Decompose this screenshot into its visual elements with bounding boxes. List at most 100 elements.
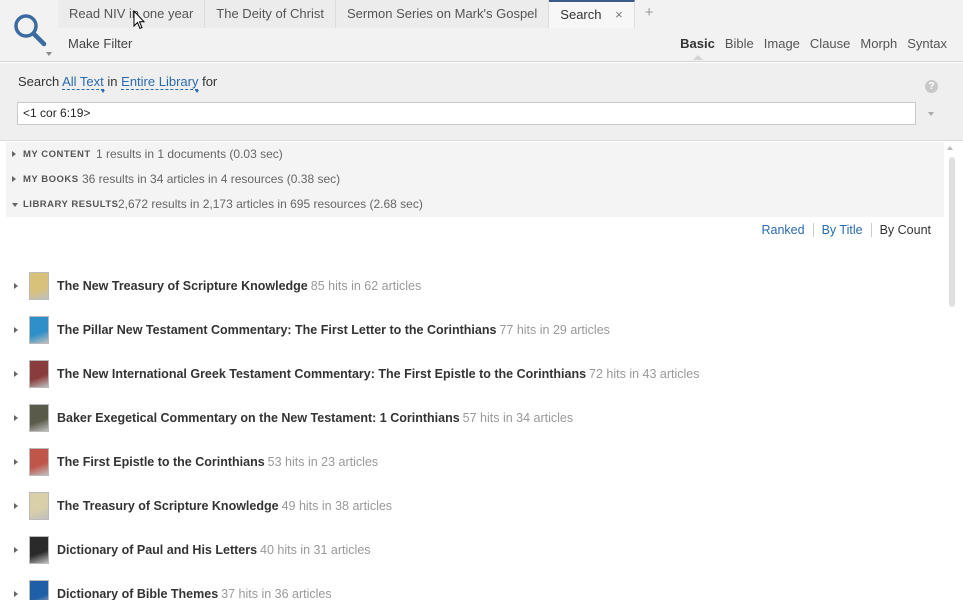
book-cover-image	[29, 580, 49, 600]
caret-icon	[100, 90, 105, 93]
book-title-text: Dictionary of Paul and His Letters	[57, 543, 258, 557]
history-dropdown-icon[interactable]	[928, 112, 934, 116]
result-item[interactable]: Baker Exegetical Commentary on the New T…	[0, 404, 940, 434]
close-icon[interactable]: ×	[615, 7, 623, 22]
section-stats: 2,672 results in 2,173 articles in 695 r…	[118, 197, 423, 211]
sort-by-count[interactable]: By Count	[870, 223, 939, 237]
library-label: Entire Library	[121, 74, 199, 89]
section-my-books[interactable]: MY BOOKS 36 results in 34 articles in 4 …	[6, 167, 944, 192]
section-stats: 36 results in 34 articles in 4 resources…	[82, 172, 341, 186]
tab-label: Search	[560, 7, 602, 22]
search-kind-selector: Basic Bible Image Clause Morph Syntax	[680, 36, 947, 60]
search-input[interactable]: <1 cor 6:19>	[17, 102, 916, 125]
search-kind-syntax[interactable]: Syntax	[907, 36, 947, 51]
expand-arrow-icon	[12, 151, 16, 157]
book-title: The Pillar New Testament Commentary: The…	[57, 323, 610, 337]
book-title: Dictionary of Bible Themes 37 hits in 36 …	[57, 587, 332, 600]
search-kind-morph[interactable]: Morph	[860, 36, 897, 51]
book-title-text: The First Epistle to the Corinthians	[57, 455, 265, 469]
query-prefix-label: Search	[18, 74, 60, 89]
query-description: Search All Text in Entire Library for	[18, 74, 217, 93]
result-item[interactable]: The First Epistle to the Corinthians 53 h…	[0, 448, 940, 478]
expand-arrow-icon[interactable]	[14, 459, 18, 465]
result-item[interactable]: Dictionary of Paul and His Letters 40 hit…	[0, 536, 940, 566]
book-title: Dictionary of Paul and His Letters 40 hit…	[57, 543, 371, 557]
book-cover-image	[29, 404, 49, 432]
query-in-label: in	[107, 74, 118, 89]
expand-arrow-icon[interactable]	[14, 591, 18, 597]
section-my-content[interactable]: MY CONTENT 1 results in 1 documents (0.0…	[6, 142, 944, 167]
search-kind-bible[interactable]: Bible	[725, 36, 754, 51]
tab-label: Read NIV in one year	[69, 6, 194, 21]
book-title: The New Treasury of Scripture Knowledge 8…	[57, 279, 421, 293]
book-cover-image	[29, 272, 49, 300]
sort-by-title[interactable]: By Title	[812, 223, 871, 237]
tab-search[interactable]: Search ×	[549, 0, 635, 28]
section-label: MY BOOKS	[23, 174, 79, 185]
result-item[interactable]: The New International Greek Testament Co…	[0, 360, 940, 390]
expand-arrow-icon[interactable]	[14, 327, 18, 333]
hit-count: 40 hits in 31 articles	[260, 543, 371, 557]
make-filter-button[interactable]: Make Filter	[68, 36, 132, 51]
result-item[interactable]: The Treasury of Scripture Knowledge 49 hi…	[0, 492, 940, 522]
section-label: LIBRARY RESULTS	[23, 199, 119, 210]
book-title-text: The Pillar New Testament Commentary: The…	[57, 323, 497, 337]
sort-ranked[interactable]: Ranked	[753, 223, 812, 237]
mouse-cursor-icon	[133, 10, 145, 30]
scope-label: All Text	[62, 74, 104, 89]
hit-count: 72 hits in 43 articles	[589, 367, 700, 381]
section-stats: 1 results in 1 documents (0.03 sec)	[96, 147, 283, 161]
expand-arrow-icon[interactable]	[14, 503, 18, 509]
top-bar: Read NIV in one year The Deity of Christ…	[0, 0, 963, 62]
result-item[interactable]: Dictionary of Bible Themes 37 hits in 36 …	[0, 580, 940, 600]
book-cover-image	[29, 492, 49, 520]
book-title-text: The New Treasury of Scripture Knowledge	[57, 279, 308, 293]
scrollbar-thumb[interactable]	[949, 157, 955, 307]
scroll-up-arrow-icon[interactable]	[947, 146, 953, 150]
dropdown-caret-icon	[46, 52, 52, 56]
search-kind-clause[interactable]: Clause	[810, 36, 850, 51]
library-selector[interactable]: Entire Library	[121, 74, 200, 93]
search-panel-button[interactable]	[0, 0, 58, 62]
book-title: Baker Exegetical Commentary on the New T…	[57, 411, 573, 425]
query-area: Search All Text in Entire Library for ? …	[0, 63, 963, 141]
hit-count: 49 hits in 38 articles	[281, 499, 393, 513]
book-title-text: Baker Exegetical Commentary on the New T…	[57, 411, 460, 425]
hit-count: 77 hits in 29 articles	[499, 323, 610, 337]
hit-count: 57 hits in 34 articles	[462, 411, 574, 425]
tab-read-niv[interactable]: Read NIV in one year	[58, 0, 206, 28]
sort-options: Ranked By Title By Count	[753, 223, 939, 237]
book-cover-image	[29, 316, 49, 344]
scope-selector[interactable]: All Text	[62, 74, 105, 93]
expand-arrow-icon[interactable]	[14, 415, 18, 421]
search-kind-basic[interactable]: Basic	[680, 36, 715, 60]
result-item[interactable]: The Pillar New Testament Commentary: The…	[0, 316, 940, 346]
section-label: MY CONTENT	[23, 149, 91, 160]
result-item[interactable]: The New Treasury of Scripture Knowledge 8…	[0, 272, 940, 302]
book-title-text: The New International Greek Testament Co…	[57, 367, 587, 381]
book-title-text: The Treasury of Scripture Knowledge	[57, 499, 279, 513]
hit-count: 53 hits in 23 articles	[267, 455, 379, 469]
hit-count: 85 hits in 62 articles	[310, 279, 422, 293]
expand-arrow-icon	[12, 176, 16, 182]
expand-arrow-icon[interactable]	[14, 371, 18, 377]
book-cover-image	[29, 448, 49, 476]
search-kind-image[interactable]: Image	[764, 36, 800, 51]
add-tab-button[interactable]: +	[635, 0, 664, 28]
section-library-results[interactable]: LIBRARY RESULTS 2,672 results in 2,173 a…	[6, 192, 944, 217]
tab-strip: Read NIV in one year The Deity of Christ…	[58, 0, 663, 28]
magnifier-icon	[14, 14, 47, 47]
expand-arrow-icon[interactable]	[14, 547, 18, 553]
book-title: The New International Greek Testament Co…	[57, 367, 700, 381]
help-icon[interactable]: ?	[925, 80, 938, 93]
search-toolbar: Make Filter Basic Bible Image Clause Mor…	[58, 28, 963, 62]
results-panel: MY CONTENT 1 results in 1 documents (0.0…	[0, 142, 963, 600]
tab-sermon-series[interactable]: Sermon Series on Mark's Gospel	[335, 0, 550, 28]
tab-label: The Deity of Christ	[216, 6, 324, 21]
hit-count: 37 hits in 36 articles	[221, 587, 332, 600]
book-title-text: Dictionary of Bible Themes	[57, 587, 219, 600]
book-cover-image	[29, 536, 49, 564]
tab-deity-of-christ[interactable]: The Deity of Christ	[205, 0, 336, 28]
expand-arrow-icon[interactable]	[14, 283, 18, 289]
book-title: The Treasury of Scripture Knowledge 49 hi…	[57, 499, 392, 513]
